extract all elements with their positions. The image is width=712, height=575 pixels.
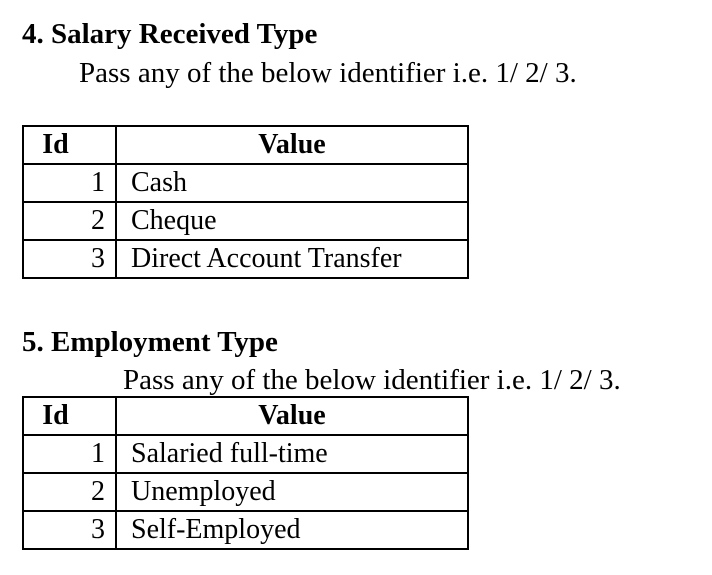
table-header-row: Id Value [22, 396, 469, 436]
row-id-cell: 3 [22, 510, 117, 550]
row-id-cell: 1 [22, 163, 117, 203]
table-row: 2 Unemployed [22, 472, 469, 512]
table-row: 1 Cash [22, 163, 469, 203]
row-value-cell: Cheque [115, 201, 469, 241]
salary-received-type-table: Id Value 1 Cash 2 Cheque 3 Direct Accoun… [22, 125, 469, 279]
row-id-cell: 3 [22, 239, 117, 279]
column-header-id: Id [22, 125, 117, 165]
row-value-cell: Direct Account Transfer [115, 239, 469, 279]
column-header-value: Value [115, 396, 469, 436]
column-header-id: Id [22, 396, 117, 436]
employment-type-table: Id Value 1 Salaried full-time 2 Unemploy… [22, 396, 469, 550]
table-row: 3 Self-Employed [22, 510, 469, 550]
row-id-cell: 2 [22, 201, 117, 241]
section-heading-salary-received-type: 4. Salary Received Type [22, 18, 318, 50]
table-row: 1 Salaried full-time [22, 434, 469, 474]
column-header-value: Value [115, 125, 469, 165]
row-id-cell: 1 [22, 434, 117, 474]
row-value-cell: Unemployed [115, 472, 469, 512]
row-value-cell: Self-Employed [115, 510, 469, 550]
section-note-employment-type: Pass any of the below identifier i.e. 1/… [123, 364, 621, 396]
section-note-salary-received-type: Pass any of the below identifier i.e. 1/… [79, 57, 577, 89]
table-row: 3 Direct Account Transfer [22, 239, 469, 279]
row-value-cell: Salaried full-time [115, 434, 469, 474]
row-id-cell: 2 [22, 472, 117, 512]
table-header-row: Id Value [22, 125, 469, 165]
row-value-cell: Cash [115, 163, 469, 203]
table-row: 2 Cheque [22, 201, 469, 241]
section-heading-employment-type: 5. Employment Type [22, 326, 278, 358]
